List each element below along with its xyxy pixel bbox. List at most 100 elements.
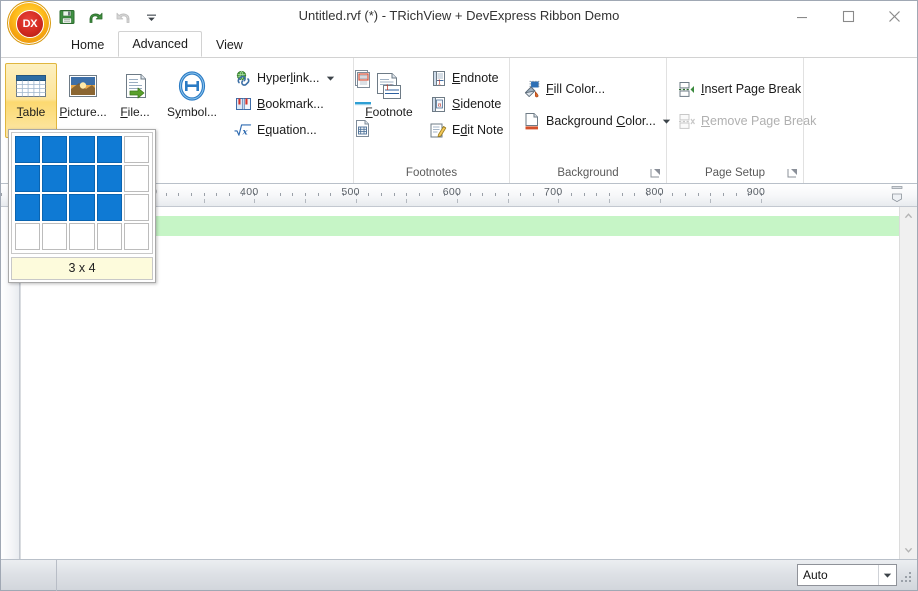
maximize-button[interactable] bbox=[825, 1, 871, 32]
hyperlink-button[interactable]: Hyperlink... bbox=[229, 65, 342, 91]
ruler-minor-tick bbox=[710, 193, 712, 196]
remove-page-break-button-label: Remove Page Break bbox=[701, 114, 817, 128]
svg-text:a: a bbox=[437, 100, 441, 108]
table-size-cell[interactable] bbox=[96, 194, 122, 221]
table-size-cell[interactable] bbox=[42, 165, 68, 192]
table-size-cell[interactable] bbox=[15, 136, 41, 163]
bookmark-button-label: Bookmark... bbox=[257, 97, 324, 111]
table-size-cell[interactable] bbox=[96, 223, 122, 250]
ruler-lower-tick bbox=[457, 199, 458, 203]
sidenote-button[interactable]: a Sidenote bbox=[424, 91, 508, 117]
ruler-lower-tick bbox=[355, 199, 357, 203]
insert-page-break-button[interactable]: Insert Page Break bbox=[673, 73, 821, 105]
endnote-button-label: Endnote bbox=[452, 71, 499, 85]
page-setup-dialog-launcher[interactable] bbox=[787, 167, 798, 178]
ruler-label: 600 bbox=[442, 186, 462, 198]
background-color-icon bbox=[523, 112, 541, 130]
vertical-scrollbar[interactable] bbox=[899, 207, 917, 559]
application-menu-button[interactable]: DX bbox=[7, 1, 51, 45]
table-button[interactable]: Table bbox=[5, 63, 57, 138]
table-size-cell[interactable] bbox=[123, 165, 149, 192]
resize-grip[interactable] bbox=[901, 560, 915, 591]
edit-note-button[interactable]: Edit Note bbox=[424, 117, 508, 143]
ruler-minor-tick bbox=[317, 193, 319, 196]
ribbon-group-footnotes-label: Footnotes bbox=[405, 167, 458, 179]
table-size-cell[interactable] bbox=[69, 194, 95, 221]
ruler-label: 800 bbox=[645, 186, 664, 198]
svg-text:1: 1 bbox=[385, 83, 390, 92]
ribbon-tab-strip: Home Advanced View bbox=[1, 31, 917, 57]
table-size-cell[interactable] bbox=[15, 194, 41, 221]
table-size-cell[interactable] bbox=[96, 165, 122, 192]
table-size-cell[interactable] bbox=[69, 223, 95, 250]
zoom-combobox[interactable]: Auto bbox=[797, 564, 897, 586]
ruler-minor-tick bbox=[267, 193, 268, 196]
ruler-label: 700 bbox=[544, 186, 563, 198]
ruler-right-indent-marker[interactable] bbox=[891, 186, 903, 203]
ruler-minor-tick bbox=[406, 193, 408, 196]
equation-button[interactable]: x Equation... bbox=[229, 117, 342, 143]
zoom-combobox-arrow[interactable] bbox=[878, 565, 896, 585]
fill-color-button[interactable]: Fill Color... bbox=[518, 73, 678, 105]
ruler-lower-tick bbox=[761, 199, 762, 203]
table-size-cell[interactable] bbox=[123, 194, 149, 221]
background-commands: Fill Color... Background Color... bbox=[518, 63, 678, 137]
table-size-cell[interactable] bbox=[15, 223, 41, 250]
minimize-button[interactable] bbox=[779, 1, 825, 32]
symbol-button-label: Symbol... bbox=[166, 105, 218, 119]
picture-button-label: Picture... bbox=[59, 105, 107, 119]
file-button-label: File... bbox=[120, 105, 150, 119]
remove-page-break-button[interactable]: Remove Page Break bbox=[673, 105, 821, 137]
hyperlink-button-label: Hyperlink... bbox=[257, 71, 320, 85]
endnote-button[interactable]: 1 Endnote bbox=[424, 65, 508, 91]
footnote-icon: 1 1 bbox=[372, 68, 406, 106]
scroll-down-button[interactable] bbox=[900, 542, 917, 559]
ruler-lower-tick bbox=[710, 199, 712, 203]
table-size-cell[interactable] bbox=[42, 136, 68, 163]
insert-small-commands: Hyperlink... Bookmark... x Equation... bbox=[229, 63, 342, 143]
symbol-button[interactable]: Symbol... bbox=[161, 63, 223, 138]
ruler-minor-tick bbox=[520, 193, 522, 196]
edit-note-icon bbox=[429, 121, 447, 139]
bookmark-button[interactable]: Bookmark... bbox=[229, 91, 342, 117]
ruler-minor-tick bbox=[533, 193, 534, 196]
hyperlink-dropdown-arrow[interactable] bbox=[325, 75, 337, 82]
ruler-minor-tick bbox=[609, 193, 610, 196]
ruler-lower-tick bbox=[254, 199, 256, 203]
table-size-cell[interactable] bbox=[42, 223, 68, 250]
table-size-cell[interactable] bbox=[69, 165, 95, 192]
ribbon-empty-area bbox=[804, 58, 917, 183]
background-color-button[interactable]: Background Color... bbox=[518, 105, 678, 137]
dx-logo-text: DX bbox=[16, 10, 44, 38]
table-size-cell[interactable] bbox=[123, 223, 149, 250]
table-size-grid[interactable] bbox=[11, 132, 153, 254]
tab-view[interactable]: View bbox=[202, 32, 257, 57]
ribbon-group-background: Fill Color... Background Color... Backgr… bbox=[510, 58, 671, 183]
close-button[interactable] bbox=[871, 1, 917, 32]
ruler-minor-tick bbox=[381, 193, 382, 196]
table-size-cell[interactable] bbox=[123, 136, 149, 163]
tab-advanced[interactable]: Advanced bbox=[118, 31, 202, 57]
ruler-minor-tick bbox=[393, 193, 395, 196]
title-bar: DX Untitled.rvf (*) - TRichView + DevExp… bbox=[1, 1, 917, 45]
scroll-up-button[interactable] bbox=[900, 207, 917, 224]
ruler-minor-tick bbox=[723, 193, 724, 196]
tab-home[interactable]: Home bbox=[57, 32, 118, 57]
file-button[interactable]: File... bbox=[109, 63, 161, 138]
table-size-cell[interactable] bbox=[15, 165, 41, 192]
footnote-button[interactable]: 1 1 Footnote bbox=[358, 63, 420, 138]
bookmark-icon bbox=[234, 95, 252, 113]
footnotes-small-commands: 1 Endnote a Sidenote Edit Note bbox=[424, 63, 508, 143]
status-panel-left bbox=[1, 559, 57, 591]
ruler-minor-tick bbox=[305, 193, 306, 196]
ruler-minor-tick bbox=[165, 193, 167, 196]
table-size-picker[interactable]: 3 x 4 bbox=[8, 129, 156, 283]
ruler-minor-tick bbox=[419, 193, 420, 196]
endnote-icon: 1 bbox=[429, 69, 447, 87]
ruler-minor-tick bbox=[330, 193, 332, 196]
table-size-cell[interactable] bbox=[96, 136, 122, 163]
picture-button[interactable]: Picture... bbox=[57, 63, 109, 138]
table-size-cell[interactable] bbox=[42, 194, 68, 221]
background-dialog-launcher[interactable] bbox=[650, 167, 661, 178]
table-size-cell[interactable] bbox=[69, 136, 95, 163]
